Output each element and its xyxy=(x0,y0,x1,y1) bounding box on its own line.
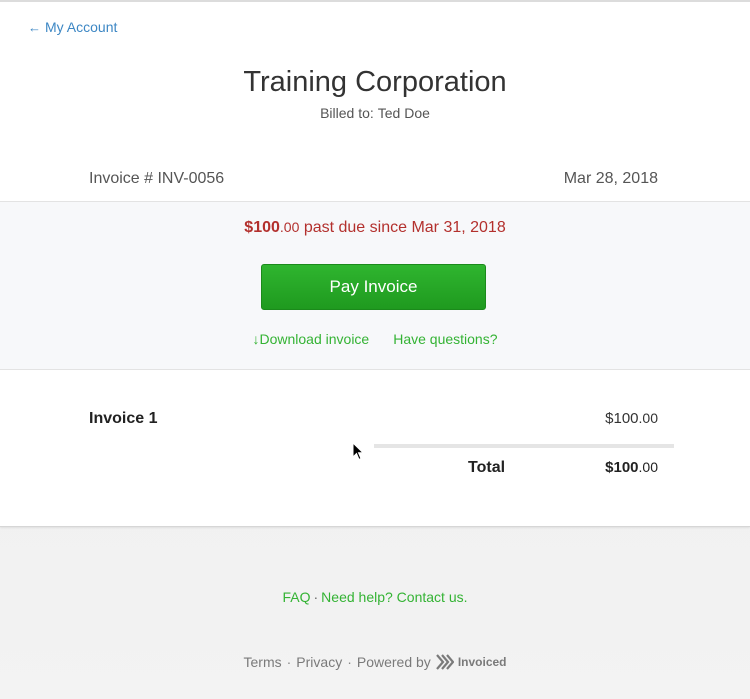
footer-separator: · xyxy=(347,654,352,670)
footer-separator: · xyxy=(286,654,292,670)
line-item-amount-cents: .00 xyxy=(638,410,658,426)
payment-due-panel: $100.00 past due since Mar 31, 2018 Pay … xyxy=(0,201,750,370)
privacy-link[interactable]: Privacy xyxy=(296,654,342,670)
line-item-amount: $100.00 xyxy=(605,410,658,427)
company-name: Training Corporation xyxy=(243,66,507,98)
past-due-message: $100.00 past due since Mar 31, 2018 xyxy=(0,219,750,237)
invoice-meta-row: Invoice # INV-0056 Mar 28, 2018 xyxy=(89,170,658,188)
total-divider xyxy=(374,444,674,448)
download-invoice-link[interactable]: ↓Download invoice xyxy=(252,331,369,347)
mouse-cursor-icon xyxy=(352,442,364,461)
invoiced-logo-icon xyxy=(435,654,454,670)
due-amount-cents: .00 xyxy=(279,219,300,235)
invoiced-brand-name: Invoiced xyxy=(457,655,507,669)
billed-to-name: Ted Doe xyxy=(377,105,430,121)
due-currency: $ xyxy=(244,219,254,236)
arrow-left-icon: ← xyxy=(28,19,41,35)
pay-invoice-button[interactable]: Pay Invoice xyxy=(261,264,486,310)
footer-separator: · xyxy=(313,589,319,605)
have-questions-link[interactable]: Have questions? xyxy=(393,331,497,347)
total-currency: $ xyxy=(605,459,614,476)
invoiced-logo[interactable]: Invoiced xyxy=(435,654,507,670)
back-to-account-link[interactable]: ← My Account xyxy=(28,19,117,35)
line-item-amount-main: 100 xyxy=(613,410,639,427)
download-invoice-label: Download invoice xyxy=(259,331,370,347)
line-item-name: Invoice 1 xyxy=(89,410,158,427)
invoice-number: Invoice # INV-0056 xyxy=(89,170,225,187)
line-item: Invoice 1 $100.00 xyxy=(89,410,658,428)
invoice-date: Mar 28, 2018 xyxy=(563,170,658,187)
invoice-card: ← My Account Training Corporation Billed… xyxy=(0,0,750,527)
faq-link[interactable]: FAQ xyxy=(282,589,310,605)
footer-legal: Terms · Privacy · Powered by Invoiced xyxy=(0,654,750,670)
past-due-text: past due since Mar 31, 2018 xyxy=(303,219,506,236)
terms-link[interactable]: Terms xyxy=(244,654,282,670)
billed-to-label: Billed to: xyxy=(320,105,374,121)
total-label: Total xyxy=(468,459,506,476)
line-item-currency: $ xyxy=(605,410,614,427)
contact-link[interactable]: Need help? Contact us. xyxy=(321,589,467,605)
total-amount-main: 100 xyxy=(613,459,639,476)
total-amount-cents: .00 xyxy=(638,459,658,475)
invoice-actions: ↓Download invoice Have questions? xyxy=(0,331,750,347)
back-link-label: My Account xyxy=(45,19,118,35)
due-amount: 100 xyxy=(253,219,280,236)
billed-to: Billed to: Ted Doe xyxy=(0,105,750,121)
footer-help-links: FAQ · Need help? Contact us. xyxy=(0,589,750,605)
total-amount: $100.00 xyxy=(605,459,658,476)
powered-by-label: Powered by xyxy=(356,654,431,670)
